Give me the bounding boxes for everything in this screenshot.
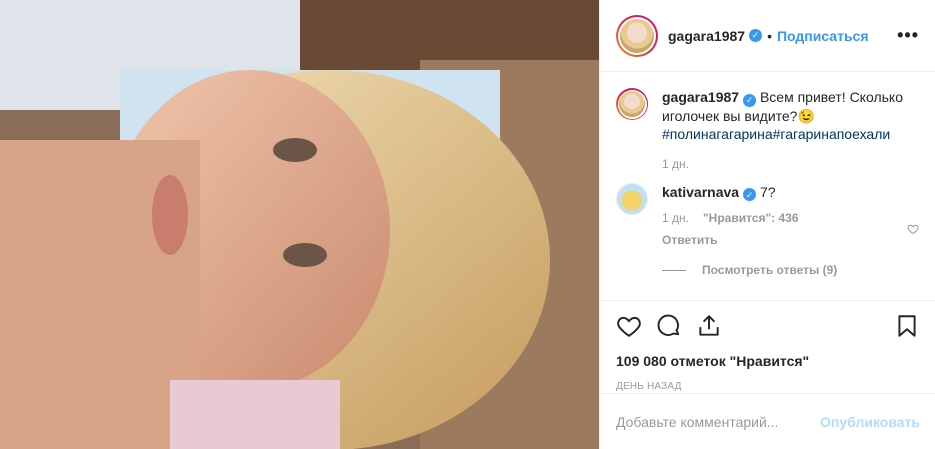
caption-text: gagara1987 ✓ Всем привет! Сколько иголоче…	[662, 88, 919, 173]
wink-emoji-icon: 😉	[797, 107, 815, 124]
header-username[interactable]: gagara1987	[668, 28, 745, 44]
comment-input[interactable]	[616, 413, 821, 430]
comment-like-heart-icon[interactable]	[907, 223, 919, 238]
post-photo[interactable]	[0, 0, 599, 449]
avatar[interactable]	[616, 14, 658, 57]
publish-button[interactable]: Опубликовать	[820, 414, 920, 430]
replies-divider	[662, 269, 686, 271]
verified-icon: ✓	[743, 188, 757, 201]
caption-hashtags[interactable]: #полинагагарина#гагаринапоехали	[662, 126, 890, 142]
comment-username[interactable]: kativarnava	[662, 184, 739, 200]
comment-body: 7?	[759, 183, 776, 200]
post-actions: 109 080 отметок "Нравится" день назад	[600, 300, 935, 392]
comment-likes[interactable]: "Нравится": 436	[703, 209, 799, 227]
comment-row: kativarnava ✓ 7? 1 дн. "Нравится": 436 От…	[616, 182, 919, 280]
commenter-avatar[interactable]	[616, 182, 648, 215]
follow-button[interactable]: Подписаться	[777, 28, 869, 44]
verified-icon: ✓	[749, 29, 763, 42]
separator-dot: •	[767, 27, 772, 44]
reply-button[interactable]: Ответить	[662, 231, 907, 249]
comment-text: kativarnava ✓ 7? 1 дн. "Нравится": 436 От…	[662, 183, 907, 280]
view-replies-label: Посмотреть ответы (9)	[702, 263, 838, 277]
action-icons	[616, 311, 920, 341]
likes-count[interactable]: 109 080 отметок "Нравится"	[616, 353, 920, 369]
more-options-icon[interactable]: •••	[897, 25, 919, 46]
post-date[interactable]: день назад	[616, 381, 920, 392]
caption-username[interactable]: gagara1987	[662, 89, 739, 105]
caption-time: 1 дн.	[662, 156, 689, 171]
verified-icon: ✓	[743, 93, 757, 107]
comments-list: gagara1987 ✓ Всем привет! Сколько иголоче…	[600, 72, 935, 300]
view-replies-button[interactable]: Посмотреть ответы (9)	[662, 261, 907, 279]
like-heart-icon[interactable]	[616, 313, 642, 339]
avatar-image	[620, 18, 654, 53]
comment-bubble-icon[interactable]	[656, 313, 682, 339]
caption-avatar[interactable]	[616, 88, 648, 120]
bookmark-icon[interactable]	[894, 313, 920, 339]
comment-meta: 1 дн. "Нравится": 436	[662, 209, 907, 227]
post-side-panel: gagara1987 ✓ • Подписаться ••• gagara198…	[599, 0, 935, 449]
caption-row: gagara1987 ✓ Всем привет! Сколько иголоче…	[616, 88, 919, 173]
add-comment-bar: Опубликовать	[600, 393, 935, 449]
comment-time: 1 дн.	[662, 211, 689, 225]
post-header: gagara1987 ✓ • Подписаться •••	[600, 0, 935, 72]
share-icon[interactable]	[696, 313, 722, 339]
